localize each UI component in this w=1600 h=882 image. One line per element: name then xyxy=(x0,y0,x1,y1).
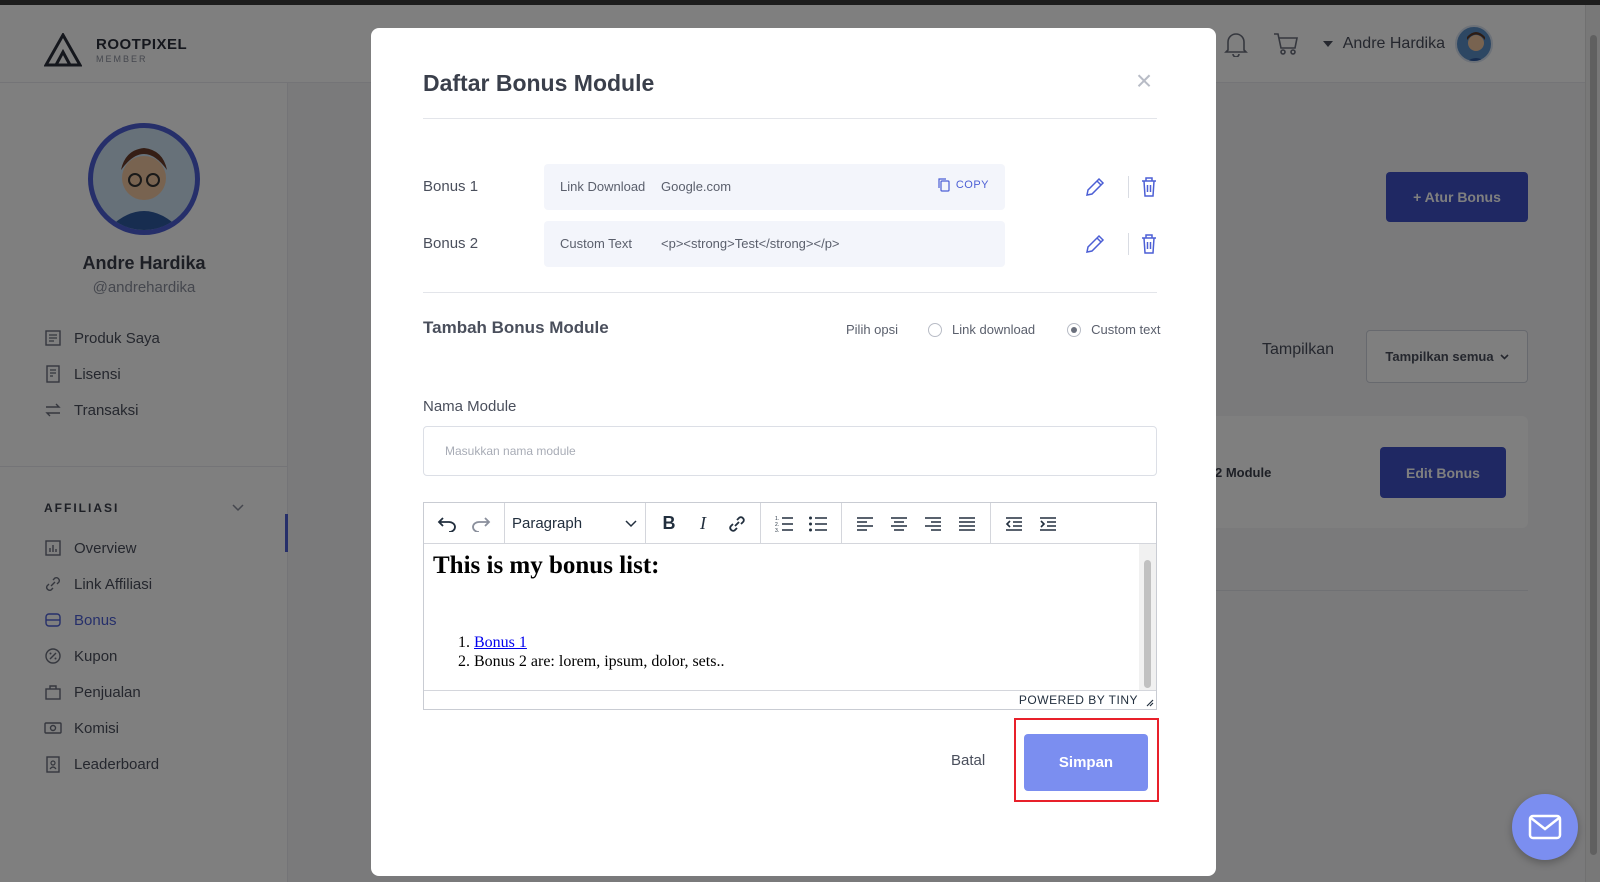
block-format-value: Paragraph xyxy=(512,515,583,532)
radio-link-download[interactable]: Link download xyxy=(928,322,1035,337)
bonus-type: Custom Text xyxy=(560,236,633,251)
editor-heading: This is my bonus list: xyxy=(433,552,660,579)
bonus-value: <p><strong>Test</strong></p> xyxy=(661,236,840,251)
radio-circle xyxy=(1067,322,1082,337)
indent-icon[interactable] xyxy=(1031,509,1065,539)
editor-content[interactable]: This is my bonus list: Bonus 1 Bonus 2 a… xyxy=(424,544,1139,690)
mail-icon xyxy=(1528,814,1562,840)
edit-pencil-icon[interactable] xyxy=(1084,176,1106,198)
bonus-label: Bonus 1 xyxy=(423,178,479,195)
align-center-icon[interactable] xyxy=(882,509,916,539)
action-separator xyxy=(1128,233,1129,255)
option-label: Pilih opsi xyxy=(846,322,899,337)
copy-button[interactable]: COPY xyxy=(938,178,989,192)
editor-list: Bonus 1 Bonus 2 are: lorem, ipsum, dolor… xyxy=(433,633,1130,671)
radio-label: Link download xyxy=(952,322,1036,337)
align-right-icon[interactable] xyxy=(916,509,950,539)
indent-group xyxy=(991,503,1071,544)
svg-text:3.: 3. xyxy=(775,528,779,533)
trash-icon[interactable] xyxy=(1139,176,1159,198)
add-section-title: Tambah Bonus Module xyxy=(423,318,609,337)
chat-button[interactable] xyxy=(1512,794,1578,860)
cancel-button[interactable]: Batal xyxy=(951,752,985,769)
radio-custom-text[interactable]: Custom text xyxy=(1067,322,1161,337)
redo-icon[interactable] xyxy=(464,509,498,539)
bonus-row: Bonus 1 Link Download Google.com COPY xyxy=(423,164,1157,210)
list-divider xyxy=(423,292,1157,293)
align-group xyxy=(842,503,991,544)
bonus-value: Google.com xyxy=(661,179,732,194)
highlight-annotation xyxy=(1014,718,1159,802)
bonus-label: Bonus 2 xyxy=(423,235,479,252)
powered-by-label[interactable]: POWERED BY TINY xyxy=(1019,693,1138,707)
align-left-icon[interactable] xyxy=(848,509,882,539)
copy-label: COPY xyxy=(955,179,989,191)
option-group: Pilih opsi Link download Custom text xyxy=(846,322,1161,337)
list-group: 1. 2. 3. xyxy=(761,503,842,544)
bold-icon[interactable]: B xyxy=(652,509,686,539)
numbered-list-icon[interactable]: 1. 2. 3. xyxy=(767,509,801,539)
rich-text-editor: Paragraph B I 1. 2. 3. This is my bonus … xyxy=(423,502,1157,710)
align-justify-icon[interactable] xyxy=(950,509,984,539)
undo-icon[interactable] xyxy=(430,509,464,539)
bonus-type: Link Download xyxy=(560,179,646,194)
editor-link[interactable]: Bonus 1 xyxy=(474,634,527,651)
edit-pencil-icon[interactable] xyxy=(1084,233,1106,255)
radio-circle xyxy=(928,322,943,337)
outdent-icon[interactable] xyxy=(997,509,1031,539)
bonus-row: Bonus 2 Custom Text <p><strong>Test</str… xyxy=(423,221,1157,267)
module-name-input[interactable] xyxy=(423,426,1157,476)
chevron-down-icon xyxy=(625,519,637,527)
editor-scrollbar[interactable] xyxy=(1139,544,1156,690)
editor-list-item: Bonus 1 xyxy=(474,633,1130,652)
bonus-module-dialog: Daftar Bonus Module × Bonus 1 Link Downl… xyxy=(371,28,1216,876)
bullet-list-icon[interactable] xyxy=(801,509,835,539)
radio-label: Custom text xyxy=(1091,322,1161,337)
close-icon[interactable]: × xyxy=(1131,67,1157,95)
editor-statusbar: POWERED BY TINY xyxy=(424,690,1156,709)
history-group xyxy=(424,503,505,544)
style-group: B I xyxy=(646,503,761,544)
action-separator xyxy=(1128,176,1129,198)
link-icon[interactable] xyxy=(720,509,754,539)
italic-icon[interactable]: I xyxy=(686,509,720,539)
title-divider xyxy=(423,118,1157,119)
resize-handle-icon[interactable] xyxy=(1144,697,1154,707)
copy-icon xyxy=(938,178,950,192)
bonus-value-box: Custom Text <p><strong>Test</strong></p> xyxy=(544,221,1005,267)
modal-title: Daftar Bonus Module xyxy=(423,70,655,96)
editor-list-item: Bonus 2 are: lorem, ipsum, dolor, sets.. xyxy=(474,652,1130,671)
editor-scroll-thumb[interactable] xyxy=(1144,560,1151,688)
editor-toolbar: Paragraph B I 1. 2. 3. xyxy=(424,503,1156,544)
bonus-value-box: Link Download Google.com COPY xyxy=(544,164,1005,210)
format-group: Paragraph xyxy=(505,503,646,544)
trash-icon[interactable] xyxy=(1139,233,1159,255)
field-label: Nama Module xyxy=(423,398,517,415)
block-format-select[interactable]: Paragraph xyxy=(505,503,645,544)
